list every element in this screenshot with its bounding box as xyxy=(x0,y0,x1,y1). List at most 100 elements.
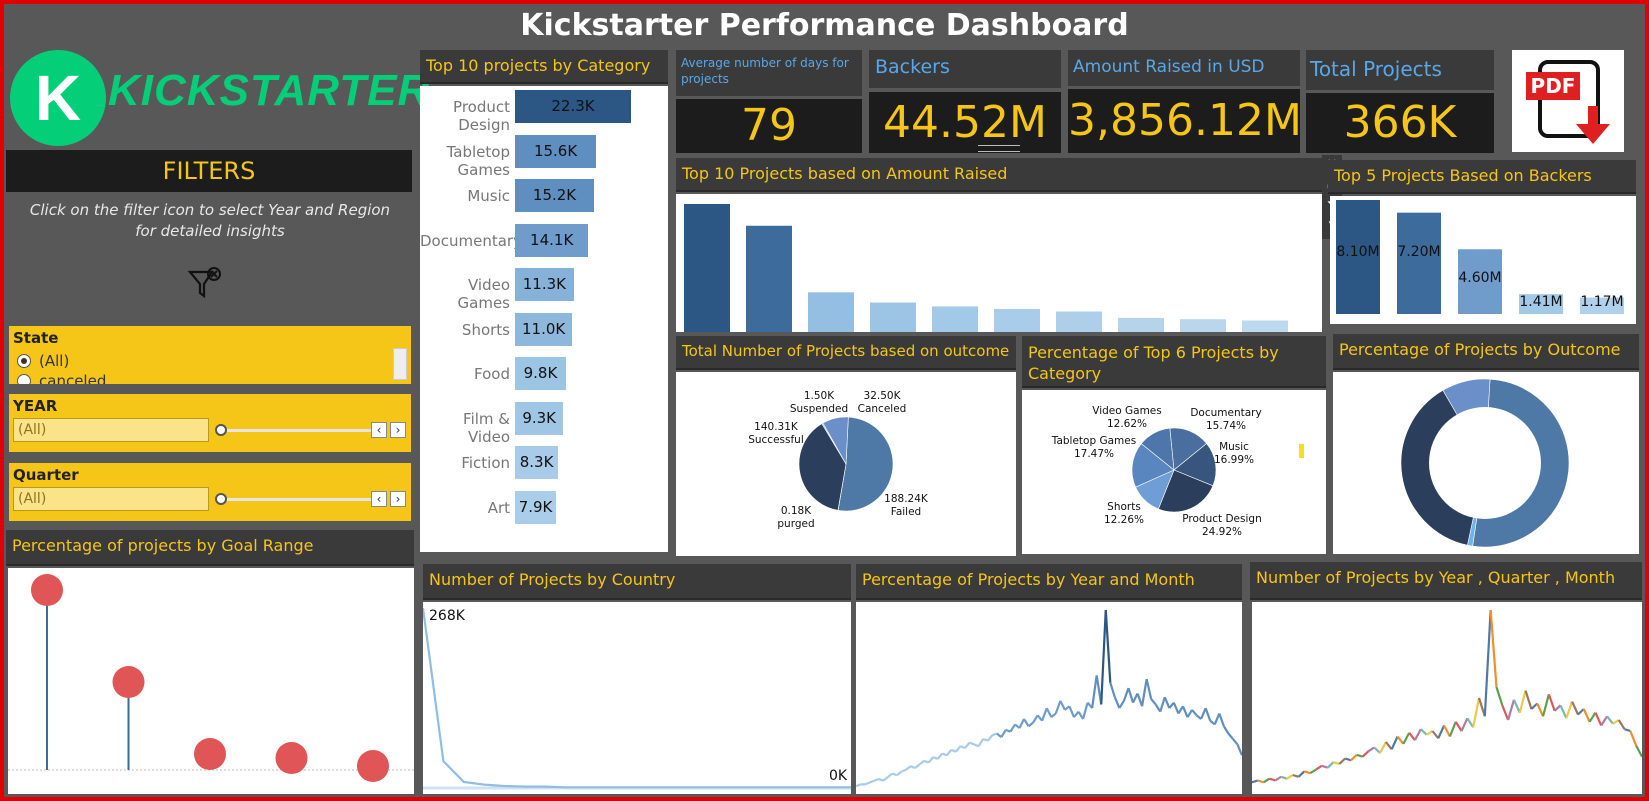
state-filter: State (All) canceled xyxy=(9,326,411,384)
year-prev-button[interactable]: ‹ xyxy=(371,422,387,438)
year-quarter-month-segment xyxy=(1472,697,1481,728)
outcome-total-chart: 188.24K Failed 0.18K purged 140.31K Successfu… xyxy=(676,372,1016,556)
year-slider-track[interactable] xyxy=(221,429,371,432)
year-quarter-month-segment xyxy=(1460,717,1469,732)
year-month-segment xyxy=(991,732,998,737)
year-month-segment xyxy=(905,765,912,771)
pdf-icon-text: PDF xyxy=(1531,74,1576,98)
outcome-total-value-label: 0.18K xyxy=(781,505,812,517)
year-quarter-month-segment xyxy=(1582,708,1591,723)
state-radio-canceled[interactable] xyxy=(17,374,31,384)
amount-raised-bar xyxy=(932,306,978,332)
outcome-total-name-label: Successful xyxy=(748,434,804,446)
top6-category-svg: Documentary15.74% Music16.99% Product Desi… xyxy=(1051,405,1304,538)
year-quarter-month-chart xyxy=(1251,602,1643,794)
year-month-segment xyxy=(1150,698,1157,706)
top6-category-name-label: Tabletop Games xyxy=(1051,435,1136,447)
state-option-all[interactable]: (All) xyxy=(39,352,69,370)
year-month-segment xyxy=(1081,702,1089,720)
year-quarter-month-segment xyxy=(1547,693,1556,712)
category-chart: Product Design 22.3K Tabletop Games 15.6K Mu… xyxy=(420,86,668,552)
kpi-total-projects-value: 366K xyxy=(1306,93,1494,153)
year-month-segment xyxy=(1023,718,1030,727)
year-month-segment xyxy=(1059,700,1066,711)
country-min-label: 0K xyxy=(829,768,848,784)
amount-raised-bar xyxy=(1242,320,1288,332)
year-range-input[interactable]: (All) xyxy=(13,418,209,442)
year-month-segment xyxy=(1218,713,1225,727)
year-month-segment xyxy=(1118,700,1125,709)
state-scrollbar[interactable] xyxy=(393,348,407,380)
year-quarter-month-segment xyxy=(1606,715,1614,725)
quarter-range-input[interactable]: (All) xyxy=(13,487,209,511)
year-quarter-month-segment xyxy=(1559,704,1568,719)
year-quarter-month-segment xyxy=(1624,728,1631,733)
backers-chart: 8.10M 7.20M 4.60M 1.41M 1.17M xyxy=(1330,196,1636,324)
country-svg: 268K 0K xyxy=(421,607,851,790)
year-quarter-month-segment xyxy=(1263,777,1271,784)
year-month-segment xyxy=(1041,707,1048,722)
year-quarter-month-segment xyxy=(1251,779,1259,784)
year-quarter-month-segment xyxy=(1437,725,1446,739)
top6-category-value-label: 24.92% xyxy=(1202,526,1242,538)
year-quarter-month-segment xyxy=(1466,717,1475,728)
quarter-next-button[interactable]: › xyxy=(390,491,406,507)
pdf-export-icon[interactable]: PDF xyxy=(1512,50,1624,152)
quarter-prev-button[interactable]: ‹ xyxy=(371,491,387,507)
year-month-segment xyxy=(936,752,944,760)
year-next-button[interactable]: › xyxy=(390,422,406,438)
category-value-label: 8.3K xyxy=(519,453,554,471)
state-radio-all[interactable] xyxy=(17,354,31,368)
year-month-segment xyxy=(927,756,935,764)
filter-icon[interactable] xyxy=(186,262,226,302)
category-value-label: 9.8K xyxy=(523,364,558,382)
backers-value-label: 7.20M xyxy=(1397,244,1440,260)
kpi-backers-value: 44.52M xyxy=(869,92,1061,153)
goal-range-dot xyxy=(357,750,389,782)
country-max-label: 268K xyxy=(429,608,466,624)
kickstarter-logo-wordmark: KICKSTARTER xyxy=(108,66,431,115)
outcome-pct-svg xyxy=(1400,378,1570,548)
year-quarter-month-segment xyxy=(1338,757,1346,765)
country-header: Number of Projects by Country xyxy=(423,564,851,600)
goal-range-chart xyxy=(8,568,414,794)
kpi-total-projects-label: Total Projects xyxy=(1306,50,1494,90)
year-month-segment xyxy=(1104,609,1112,683)
quarter-slider-knob[interactable] xyxy=(215,493,227,505)
state-filter-label: State xyxy=(13,329,59,347)
year-month-segment xyxy=(923,759,930,764)
backers-value-label: 8.10M xyxy=(1336,244,1379,260)
year-quarter-month-segment xyxy=(1518,690,1527,713)
category-label: Fiction xyxy=(461,454,510,472)
year-quarter-month-segment xyxy=(1321,764,1329,769)
backers-svg: 8.10M 7.20M 4.60M 1.41M 1.17M xyxy=(1336,200,1624,314)
year-month-segment xyxy=(1172,702,1180,714)
year-month-segment xyxy=(982,737,989,742)
year-month-chart xyxy=(855,602,1244,794)
year-month-segment xyxy=(1045,707,1053,718)
year-slider-knob[interactable] xyxy=(215,424,227,436)
backers-header: Top 5 Projects Based on Backers xyxy=(1328,160,1636,194)
amount-raised-bar xyxy=(1180,319,1226,332)
outcome-pct-chart xyxy=(1333,372,1639,554)
year-quarter-month-segment xyxy=(1304,770,1311,775)
year-quarter-month-segment xyxy=(1617,719,1626,730)
year-month-segment xyxy=(1222,725,1230,735)
year-month-segment xyxy=(887,772,894,778)
year-quarter-month-segment xyxy=(1507,699,1515,721)
year-quarter-month-segment xyxy=(1454,721,1463,732)
quarter-slider-track[interactable] xyxy=(221,498,371,501)
year-quarter-month-segment xyxy=(1420,728,1428,736)
goal-range-dot xyxy=(194,738,226,770)
resize-handle[interactable] xyxy=(978,145,1020,152)
top6-category-value-label: 15.74% xyxy=(1206,420,1246,432)
year-quarter-month-header: Number of Projects by Year , Quarter , M… xyxy=(1250,562,1642,600)
kpi-avg-days-label: Average number of days for projects xyxy=(676,50,862,96)
year-month-segment xyxy=(882,776,889,782)
state-option-canceled[interactable]: canceled xyxy=(39,372,106,384)
year-quarter-month-segment xyxy=(1541,694,1550,717)
year-quarter-month-segment xyxy=(1571,701,1579,715)
top6-category-name-label: Documentary xyxy=(1190,407,1261,419)
year-month-segment xyxy=(914,763,921,769)
year-month-segment xyxy=(960,745,966,750)
